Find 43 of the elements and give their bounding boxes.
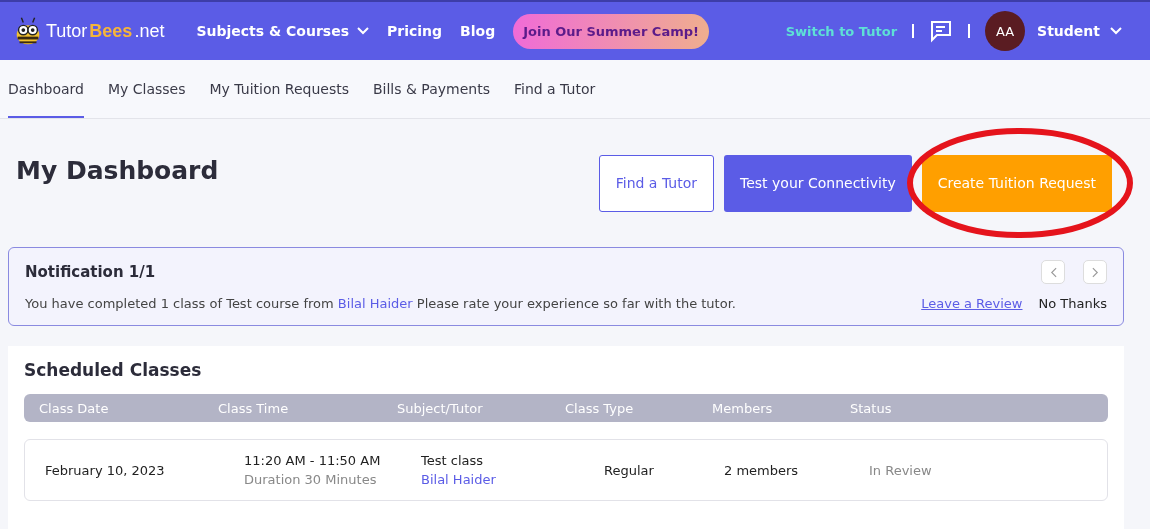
switch-to-tutor-link[interactable]: Switch to Tutor (785, 23, 898, 39)
class-time: 11:20 AM - 11:50 AM (244, 453, 382, 468)
no-thanks-link[interactable]: No Thanks (1038, 296, 1107, 311)
section-title: Scheduled Classes (24, 360, 203, 380)
leave-review-link[interactable]: Leave a Review (921, 296, 1023, 311)
chevron-down-icon (357, 27, 369, 35)
nav-link[interactable]: Blog (460, 23, 496, 39)
tutor-link[interactable]: Bilal Haider (421, 472, 604, 487)
next-button[interactable] (1083, 260, 1107, 284)
tab[interactable]: Bills & Payments (372, 60, 490, 118)
user-menu[interactable]: Student (1031, 22, 1128, 40)
table-cell-text: 2 members (724, 462, 800, 478)
table-cell-text: Regular (604, 462, 655, 478)
notification-message: You have completed 1 class of Test course from Bilal Haider Please rate your experience so far with the tutor. (25, 296, 736, 311)
column-header: Subject/Tutor (397, 400, 484, 416)
column-header: Members (712, 400, 774, 416)
column-header: Class Time (218, 400, 290, 416)
logo[interactable]: TutorBees.net (12, 16, 165, 46)
table-cell-text: February 10, 2023 (45, 462, 166, 478)
tab[interactable]: Find a Tutor (513, 60, 596, 118)
user-avatar[interactable]: AA (985, 11, 1026, 51)
status-label: In Review (869, 462, 933, 478)
column-header: Class Date (39, 400, 110, 416)
column-header: Status (850, 400, 893, 416)
subject-name: Test class (421, 453, 484, 468)
class-duration: Duration 30 Minutes (244, 472, 378, 487)
chevron-right-icon (1091, 266, 1099, 278)
column-header: Class Type (565, 400, 635, 416)
chevron-left-icon (1049, 266, 1057, 278)
find-tutor-button[interactable]: Find a Tutor (598, 154, 714, 212)
tab[interactable]: My Classes (107, 60, 186, 118)
nav-link[interactable]: Subjects & Courses (196, 23, 369, 39)
connectivity-button[interactable]: Test your Connectivity (724, 154, 912, 212)
summer-camp-button[interactable]: Join Our Summer Camp! (513, 13, 709, 49)
chat-icon[interactable] (929, 19, 954, 43)
tab[interactable]: Dashboard (8, 60, 84, 118)
nav-link[interactable]: Pricing (387, 23, 443, 39)
chevron-down-icon (1110, 27, 1122, 35)
notification-title: Notification 1/1 (25, 263, 156, 281)
page-title: My Dashboard (16, 155, 219, 185)
previous-button[interactable] (1041, 260, 1065, 284)
tutor-link[interactable]: Bilal Haider (337, 296, 413, 311)
tab[interactable]: My Tuition Requests (209, 60, 349, 118)
